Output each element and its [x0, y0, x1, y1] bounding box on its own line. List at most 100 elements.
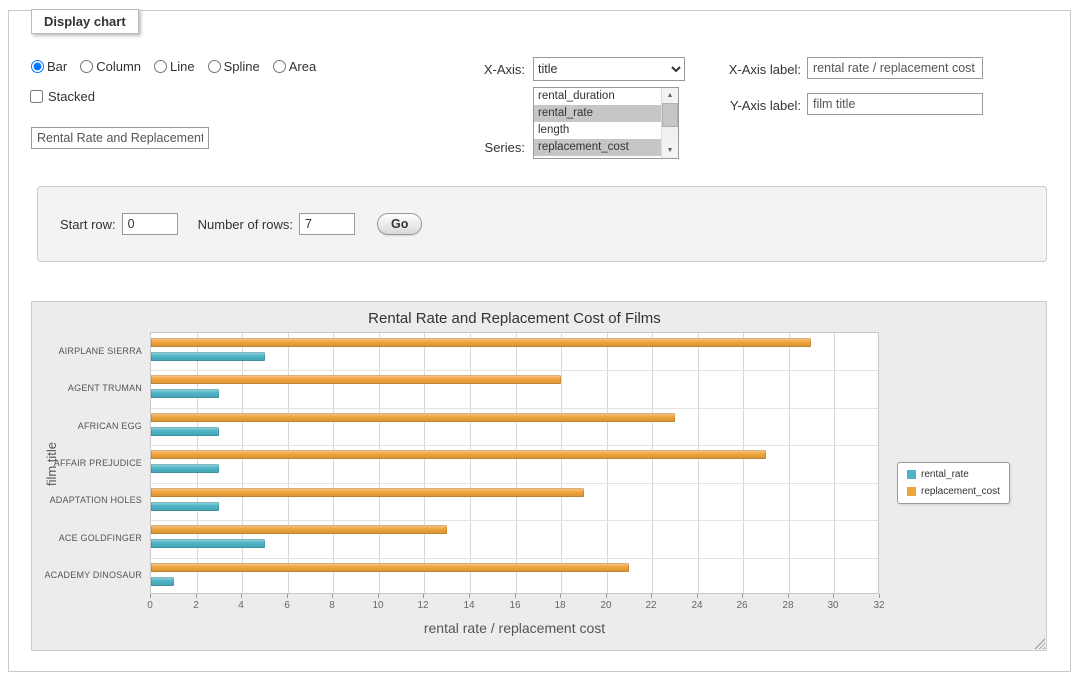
- axis-tick: [332, 594, 333, 598]
- legend-swatch-rental_rate: [907, 470, 916, 479]
- scrollbar-track[interactable]: [662, 127, 678, 143]
- category-label: AFRICAN EGG: [32, 420, 146, 432]
- row-controls-panel: Start row: Number of rows: Go: [37, 186, 1047, 262]
- series-option-replacement_cost[interactable]: replacement_cost: [534, 139, 661, 156]
- y-axis-label-input[interactable]: [807, 93, 983, 115]
- gridline: [151, 483, 878, 484]
- chart-type-option-bar[interactable]: Bar: [31, 59, 67, 74]
- category-label: ADAPTATION HOLES: [32, 494, 146, 506]
- chart-type-radio-group: Bar Column Line Spline Area: [31, 59, 316, 74]
- chart-type-radio-area[interactable]: [273, 60, 286, 73]
- gridline: [834, 333, 835, 593]
- go-button[interactable]: Go: [377, 213, 422, 235]
- legend-item-replacement_cost[interactable]: replacement_cost: [907, 486, 1000, 497]
- series-select-label: Series:: [429, 140, 525, 155]
- gridline: [516, 333, 517, 593]
- bar-rental_rate: [151, 352, 265, 361]
- axis-tick: [196, 594, 197, 598]
- x-tick-label: 6: [267, 600, 307, 611]
- series-option-length[interactable]: length: [534, 122, 661, 139]
- axis-tick: [241, 594, 242, 598]
- axis-tick: [651, 594, 652, 598]
- chart-title: Rental Rate and Replacement Cost of Film…: [150, 310, 879, 327]
- axis-tick: [423, 594, 424, 598]
- gridline: [698, 333, 699, 593]
- number-of-rows-input[interactable]: [299, 213, 355, 235]
- x-tick-label: 0: [130, 600, 170, 611]
- x-tick-label: 28: [768, 600, 808, 611]
- x-tick-label: 4: [221, 600, 261, 611]
- stacked-option[interactable]: Stacked: [30, 89, 95, 104]
- axis-tick: [879, 594, 880, 598]
- legend-label-replacement_cost: replacement_cost: [921, 486, 1000, 497]
- x-tick-label: 24: [677, 600, 717, 611]
- axis-tick: [515, 594, 516, 598]
- series-option-rental_duration[interactable]: rental_duration: [534, 88, 661, 105]
- x-tick-label: 22: [631, 600, 671, 611]
- y-axis-label-label: Y-Axis label:: [649, 98, 801, 113]
- gridline: [561, 333, 562, 593]
- x-axis-label-input[interactable]: [807, 57, 983, 79]
- legend-label-rental_rate: rental_rate: [921, 469, 969, 480]
- legend-item-rental_rate[interactable]: rental_rate: [907, 469, 1000, 480]
- chart-type-radio-bar[interactable]: [31, 60, 44, 73]
- chart-x-axis-label: rental rate / replacement cost: [150, 620, 879, 636]
- number-of-rows-label: Number of rows:: [198, 217, 293, 232]
- start-row-input[interactable]: [122, 213, 178, 235]
- gridline: [151, 520, 878, 521]
- x-tick-label: 20: [586, 600, 626, 611]
- bar-rental_rate: [151, 577, 174, 586]
- gridline: [151, 445, 878, 446]
- bar-rental_rate: [151, 539, 265, 548]
- gridline: [379, 333, 380, 593]
- chart-type-label-bar: Bar: [47, 59, 67, 74]
- scroll-down-icon[interactable]: ▼: [662, 143, 678, 158]
- gridline: [333, 333, 334, 593]
- display-chart-panel: Display chart BarColumnLineSplineArea St…: [8, 10, 1071, 672]
- category-label: AFFAIR PREJUDICE: [32, 457, 146, 469]
- chart-type-option-column[interactable]: Column: [80, 59, 141, 74]
- chart-type-label-line: Line: [170, 59, 195, 74]
- bar-replacement_cost: [151, 413, 675, 422]
- bar-replacement_cost: [151, 338, 811, 347]
- x-tick-label: 16: [495, 600, 535, 611]
- chart-type-radio-spline[interactable]: [208, 60, 221, 73]
- bar-replacement_cost: [151, 488, 584, 497]
- resize-handle[interactable]: [1034, 638, 1045, 649]
- chart-type-option-line[interactable]: Line: [154, 59, 195, 74]
- x-axis-select-label: X-Axis:: [429, 62, 525, 77]
- axis-tick: [287, 594, 288, 598]
- axis-tick: [606, 594, 607, 598]
- axis-tick: [788, 594, 789, 598]
- series-items: rental_durationrental_ratelengthreplacem…: [534, 88, 661, 158]
- gridline: [470, 333, 471, 593]
- category-label: AGENT TRUMAN: [32, 382, 146, 394]
- bar-rental_rate: [151, 389, 219, 398]
- axis-tick: [833, 594, 834, 598]
- x-tick-label: 10: [358, 600, 398, 611]
- chart-legend: rental_rate replacement_cost: [897, 462, 1010, 504]
- bar-rental_rate: [151, 464, 219, 473]
- start-row-label: Start row:: [60, 217, 116, 232]
- gridline: [151, 408, 878, 409]
- series-option-rental_rate[interactable]: rental_rate: [534, 105, 661, 122]
- chart-type-option-spline[interactable]: Spline: [208, 59, 260, 74]
- gridline: [607, 333, 608, 593]
- x-tick-label: 12: [403, 600, 443, 611]
- gridline: [743, 333, 744, 593]
- stacked-label: Stacked: [48, 89, 95, 104]
- x-tick-label: 14: [449, 600, 489, 611]
- axis-tick: [469, 594, 470, 598]
- gridline: [151, 558, 878, 559]
- gridline: [197, 333, 198, 593]
- x-tick-label: 8: [312, 600, 352, 611]
- bar-rental_rate: [151, 502, 219, 511]
- gridline: [652, 333, 653, 593]
- chart-type-option-area[interactable]: Area: [273, 59, 316, 74]
- stacked-checkbox[interactable]: [30, 90, 43, 103]
- chart-type-radio-line[interactable]: [154, 60, 167, 73]
- chart-title-input[interactable]: [31, 127, 209, 149]
- x-tick-label: 26: [722, 600, 762, 611]
- chart-type-radio-column[interactable]: [80, 60, 93, 73]
- chart-type-label-area: Area: [289, 59, 316, 74]
